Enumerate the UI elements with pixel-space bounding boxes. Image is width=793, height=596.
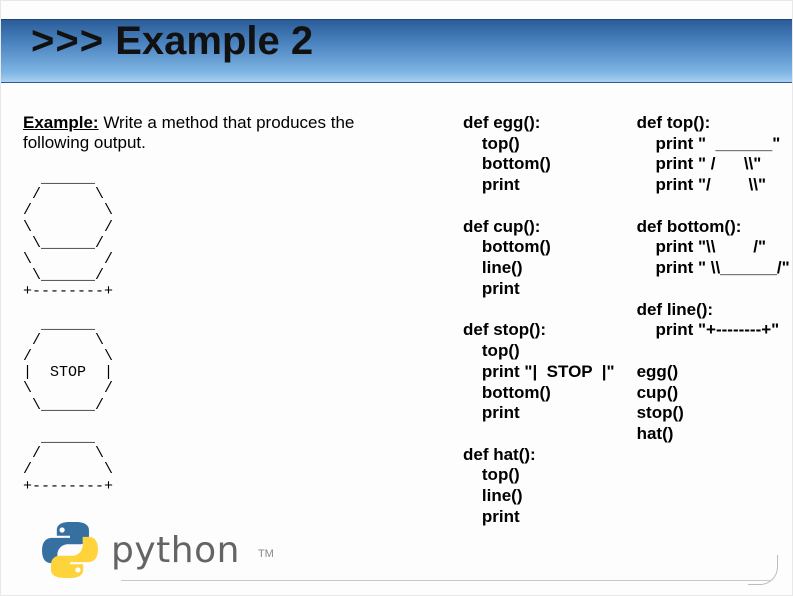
line-body: print "+--------+"	[637, 320, 780, 339]
main-calls: egg() cup() stop() hat()	[637, 362, 684, 443]
content-area: Example: Write a method that produces th…	[23, 113, 770, 575]
top-def: def top():	[637, 113, 711, 132]
slide-title: >>> Example 2	[31, 19, 313, 64]
code-columns: def egg(): top() bottom() print def cup(…	[463, 113, 790, 528]
bottom-body: print "\\ /" print " \\______/"	[637, 237, 790, 277]
example-lead: Example:	[23, 113, 99, 132]
python-wordmark: python	[111, 530, 240, 571]
bottom-def: def bottom():	[637, 217, 742, 236]
line-def: def line():	[637, 300, 714, 319]
footer-divider	[121, 580, 770, 581]
python-logo: python TM	[41, 521, 274, 579]
hat-def: def hat():	[463, 445, 536, 464]
title-prompt: >>>	[31, 19, 104, 63]
example-prompt: Example: Write a method that produces th…	[23, 113, 383, 153]
slide: >>> Example 2 Example: Write a method th…	[0, 0, 793, 596]
stop-def: def stop():	[463, 320, 546, 339]
stop-body: top() print "| STOP |" bottom() print	[463, 341, 615, 422]
corner-decoration	[748, 555, 778, 585]
title-main: Example 2	[115, 19, 313, 63]
python-icon	[41, 521, 99, 579]
cup-body: bottom() line() print	[463, 237, 551, 297]
cup-def: def cup():	[463, 217, 540, 236]
top-body: print " ______" print " / \\" print "/ \…	[637, 134, 781, 194]
egg-body: top() bottom() print	[463, 134, 551, 194]
code-column-2: def top(): print " ______" print " / \\"…	[637, 113, 790, 528]
egg-def: def egg():	[463, 113, 540, 132]
hat-body: top() line() print	[463, 465, 523, 525]
trademark-symbol: TM	[258, 548, 274, 560]
code-column-1: def egg(): top() bottom() print def cup(…	[463, 113, 615, 528]
